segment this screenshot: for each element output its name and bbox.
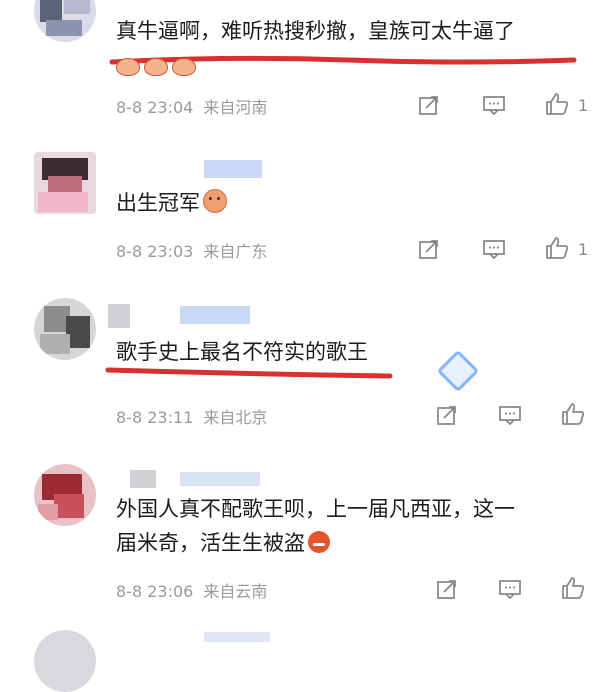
share-icon[interactable]	[418, 238, 440, 260]
comment-text: 届米奇，活生生被盗	[116, 526, 330, 560]
comment-date: 8-8 23:11	[116, 408, 194, 427]
share-icon[interactable]	[436, 404, 458, 426]
comment-location: 来自广东	[203, 242, 268, 261]
comment-icon[interactable]	[482, 95, 506, 115]
comment-date: 8-8 23:06	[116, 582, 194, 601]
comment-meta: 8-8 23:03 来自广东	[116, 238, 277, 262]
comment-icon[interactable]	[482, 239, 506, 259]
thumbs-up-icon[interactable]	[560, 575, 586, 601]
comment-meta: 8-8 23:04 来自河南	[116, 94, 277, 118]
avatar[interactable]	[34, 298, 96, 360]
like-count: 1	[578, 240, 589, 259]
avatar[interactable]	[34, 464, 96, 526]
comment-meta: 8-8 23:11 来自北京	[116, 404, 277, 428]
thumbs-up-icon[interactable]	[544, 235, 570, 261]
thumbs-up-icon[interactable]	[544, 91, 570, 117]
share-icon[interactable]	[436, 578, 458, 600]
crab-emoji-icon	[203, 189, 227, 213]
comment-text: 出生冠军	[116, 186, 227, 220]
username-blurred	[130, 470, 156, 488]
avatar[interactable]	[34, 630, 96, 692]
username-blurred	[180, 306, 250, 324]
comment-icon[interactable]	[498, 579, 522, 599]
avatar[interactable]	[34, 152, 96, 214]
comment-text: 真牛逼啊，难听热搜秒撤，皇族可太牛逼了	[116, 19, 515, 43]
comment-text-label: 出生冠军	[116, 191, 200, 215]
comment-text: 外国人真不配歌王呗，上一届凡西亚，这一	[116, 497, 515, 521]
like-count: 1	[578, 96, 589, 115]
angry-emoji-icon	[308, 531, 330, 553]
username-blurred	[204, 160, 262, 178]
emoji-row	[116, 58, 200, 80]
avatar[interactable]	[34, 0, 96, 42]
diamond-badge-icon	[436, 349, 480, 393]
comment-meta: 8-8 23:06 来自云南	[116, 578, 277, 602]
comment-date: 8-8 23:03	[116, 242, 194, 261]
laugh-emoji-icon	[144, 58, 168, 76]
thumbs-up-icon[interactable]	[560, 401, 586, 427]
username-blurred	[108, 304, 130, 328]
share-icon[interactable]	[418, 94, 440, 116]
comment-location: 来自河南	[203, 98, 268, 117]
comment-location: 来自云南	[203, 582, 268, 601]
comment-location: 来自北京	[203, 408, 268, 427]
comment-icon[interactable]	[498, 405, 522, 425]
username-blurred	[204, 632, 270, 642]
comment-text: 歌手史上最名不符实的歌王	[116, 340, 368, 364]
comment-text-label: 届米奇，活生生被盗	[116, 531, 305, 555]
laugh-emoji-icon	[172, 58, 196, 76]
laugh-emoji-icon	[116, 58, 140, 76]
username-blurred	[180, 472, 260, 486]
comment-date: 8-8 23:04	[116, 98, 194, 117]
